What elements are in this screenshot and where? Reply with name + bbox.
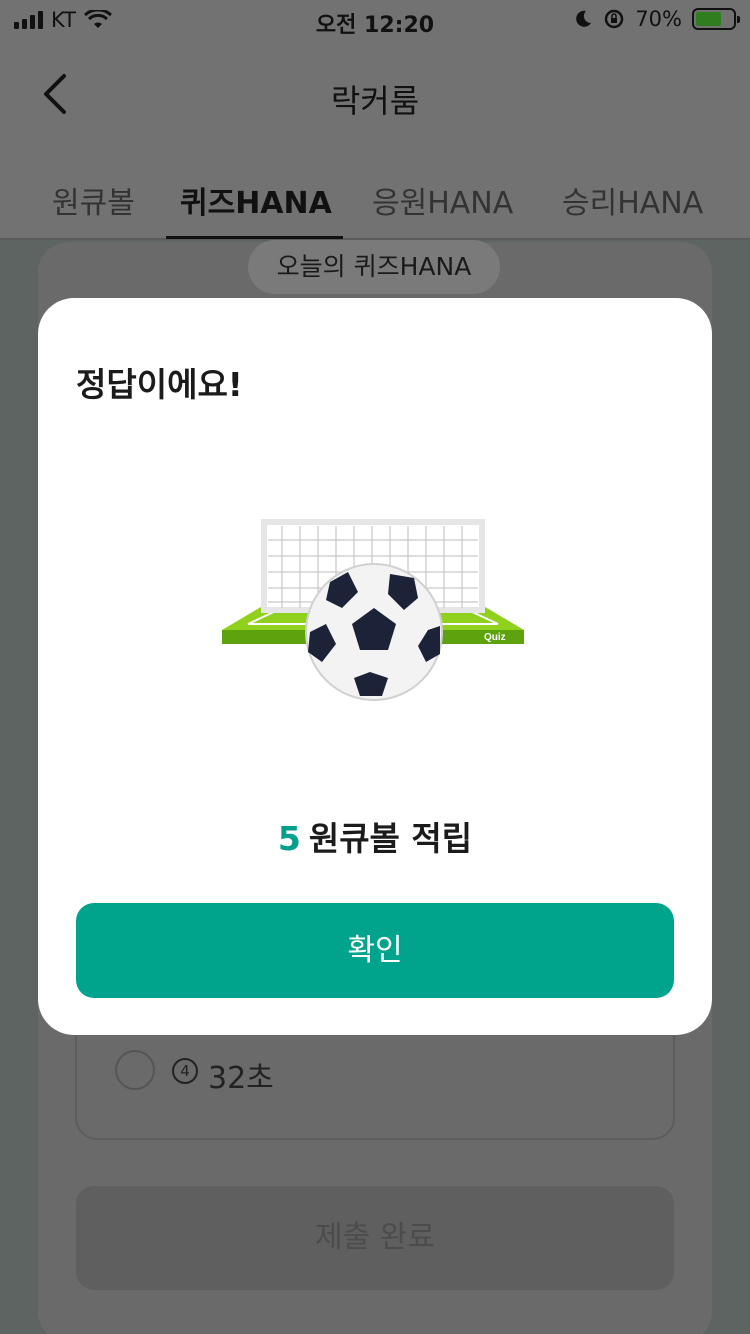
soccer-goal-illustration: Quiz (222, 519, 524, 701)
active-tab-indicator (166, 236, 343, 239)
submit-button: 제출 완료 (76, 1186, 674, 1290)
reward-text: 원큐볼 적립 (308, 819, 473, 858)
tab-victory-hana[interactable]: 승리HANA (562, 178, 703, 222)
moon-icon (576, 10, 592, 27)
quiz-badge-text: Quiz (484, 632, 506, 643)
option-4-number: 4 (172, 1058, 198, 1084)
modal-title: 정답이에요! (76, 365, 243, 404)
battery-percent: 70% (635, 7, 682, 31)
tab-cheer-hana[interactable]: 응원HANA (372, 178, 513, 222)
tab-bar: 원큐볼 퀴즈HANA 응원HANA 승리HANA (0, 170, 750, 240)
confirm-button[interactable]: 확인 (76, 903, 674, 998)
battery-charging-icon (692, 8, 740, 30)
status-bar: KT 오전 12:20 70% (0, 0, 750, 40)
status-right: 70% (573, 7, 740, 31)
page-title: 락커룸 (330, 82, 420, 120)
rotation-lock-icon (605, 9, 624, 29)
tab-quiz-hana[interactable]: 퀴즈HANA (180, 178, 332, 222)
navigation-bar: 락커룸 원큐볼 퀴즈HANA 응원HANA 승리HANA (0, 40, 750, 240)
todays-quiz-pill: 오늘의 퀴즈HANA (248, 240, 500, 294)
reward-amount: 5 (277, 819, 301, 858)
reward-message: 5 원큐볼 적립 (38, 812, 712, 860)
option-4-label: 32초 (208, 1061, 274, 1096)
correct-answer-modal: 정답이에요! Quiz 5 원큐볼 적립 확인 (38, 298, 712, 1035)
option-4-radio[interactable] (115, 1050, 155, 1090)
tab-onequeue-ball[interactable]: 원큐볼 (52, 178, 135, 222)
